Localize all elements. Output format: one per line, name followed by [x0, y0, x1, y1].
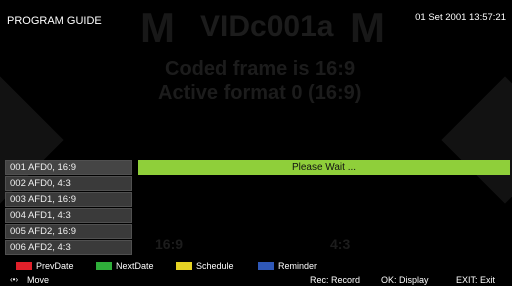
bg-logo-letter-right: M — [350, 4, 385, 51]
red-key-icon — [16, 262, 32, 270]
prev-date-label: PrevDate — [36, 261, 74, 271]
record-hint: Rec: Record — [310, 275, 361, 285]
channel-item[interactable]: 002 AFD0, 4:3 — [5, 176, 132, 191]
channel-item[interactable]: 005 AFD2, 16:9 — [5, 224, 132, 239]
channel-item[interactable]: 003 AFD1, 16:9 — [5, 192, 132, 207]
schedule-label: Schedule — [196, 261, 234, 271]
bg-aspect-right: 4:3 — [330, 236, 351, 252]
datetime-display: 01 Set 2001 13:57:21 — [415, 12, 506, 23]
blue-key-icon — [258, 262, 274, 270]
bg-logo-text: VIDc001a — [200, 10, 334, 43]
next-date-key[interactable]: NextDate — [96, 261, 154, 271]
color-key-legend: PrevDate NextDate Schedule Reminder — [0, 261, 512, 273]
reminder-label: Reminder — [278, 261, 318, 271]
move-label: Move — [27, 275, 50, 285]
bg-aspect-left: 16:9 — [155, 236, 184, 252]
bg-line-2: Active format 0 (16:9) — [158, 82, 362, 104]
schedule-key[interactable]: Schedule — [176, 261, 234, 271]
display-hint: OK: Display — [381, 275, 429, 285]
channel-list: 001 AFD0, 16:9 002 AFD0, 4:3 003 AFD1, 1… — [5, 160, 132, 256]
yellow-key-icon — [176, 262, 192, 270]
bg-diamond-right — [441, 76, 512, 204]
page-title: PROGRAM GUIDE — [7, 15, 102, 27]
channel-item[interactable]: 004 AFD1, 4:3 — [5, 208, 132, 223]
channel-item[interactable]: 006 AFD2, 4:3 — [5, 240, 132, 255]
channel-item[interactable]: 001 AFD0, 16:9 — [5, 160, 132, 175]
next-date-label: NextDate — [116, 261, 154, 271]
green-key-icon — [96, 262, 112, 270]
exit-hint: EXIT: Exit — [456, 275, 496, 285]
status-message-bar: Please Wait ... — [138, 160, 510, 175]
bg-line-1: Coded frame is 16:9 — [165, 58, 356, 80]
prev-date-key[interactable]: PrevDate — [16, 261, 74, 271]
bg-logo-letter-left: M — [140, 4, 175, 51]
reminder-key[interactable]: Reminder — [258, 261, 317, 271]
move-arrows-icon: ‹•› — [10, 275, 19, 284]
navigation-hints: ‹•› Move Rec: Record OK: Display EXIT: E… — [0, 275, 512, 286]
